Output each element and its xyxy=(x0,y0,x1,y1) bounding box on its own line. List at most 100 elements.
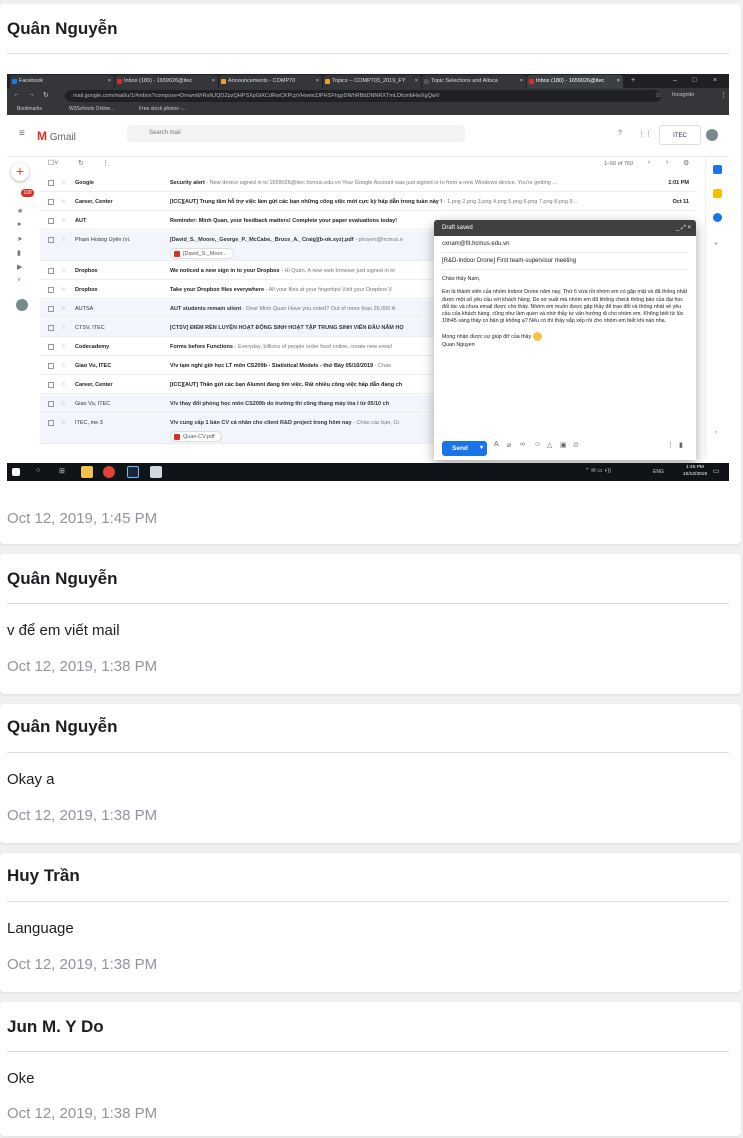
star-icon[interactable]: ☆ xyxy=(61,300,66,317)
row-checkbox[interactable] xyxy=(48,306,54,312)
row-checkbox[interactable] xyxy=(48,363,54,369)
row-checkbox[interactable] xyxy=(48,180,54,186)
send-button[interactable]: Send xyxy=(442,441,487,456)
row-checkbox[interactable] xyxy=(48,325,54,331)
star-icon[interactable]: ☆ xyxy=(61,414,66,432)
attachment-chip[interactable]: [David_S._Moor... xyxy=(170,248,234,259)
post-author[interactable]: Quân Nguyễn xyxy=(7,569,118,589)
task-view-icon[interactable]: ⊞ xyxy=(59,467,65,475)
snoozed-icon[interactable]: ● xyxy=(17,221,21,228)
subject-field[interactable]: [R&D-Indoor Drone] First team-supervisor… xyxy=(442,253,688,270)
windows-start-icon[interactable] xyxy=(12,468,20,476)
screenshot-attachment[interactable]: Facebook × Inbox (180) - 1659026@itec × An… xyxy=(7,74,729,481)
email-row[interactable]: ☆ Career, Center [ICC][AUT] Trung tâm hỗ t… xyxy=(40,193,695,211)
star-icon[interactable]: ☆ xyxy=(61,357,66,374)
hangouts-avatar[interactable] xyxy=(16,299,28,311)
help-icon[interactable]: ? xyxy=(618,130,622,137)
steam-icon[interactable] xyxy=(127,466,139,478)
bookmark-item[interactable]: W3Schools Online... xyxy=(69,104,114,115)
maximize-icon[interactable]: □ xyxy=(692,74,696,88)
row-checkbox[interactable] xyxy=(48,344,54,350)
browser-tab[interactable]: Inbox (180) - 1659026@itec × xyxy=(115,75,218,88)
compose-button[interactable]: + xyxy=(11,163,29,181)
file-explorer-icon[interactable] xyxy=(81,466,93,478)
attachment-chip[interactable]: Quan-CV.pdf xyxy=(170,431,222,442)
more-icon[interactable]: ˅ xyxy=(17,277,21,284)
confidential-icon[interactable]: ⊙ xyxy=(573,441,579,449)
tray-icons[interactable]: ⌃ ✉ ▭ ◖)) xyxy=(585,468,611,474)
row-checkbox[interactable] xyxy=(48,382,54,388)
row-checkbox[interactable] xyxy=(48,199,54,205)
chrome-icon[interactable] xyxy=(103,466,115,478)
photo-icon[interactable]: ▣ xyxy=(560,441,567,449)
post-timestamp[interactable]: Oct 12, 2019, 1:38 PM xyxy=(7,807,157,824)
post-author[interactable]: Huy Trần xyxy=(7,866,80,886)
emoji-icon[interactable]: ☺ xyxy=(534,441,541,448)
new-tab-icon[interactable]: + xyxy=(631,74,635,88)
delete-draft-icon[interactable]: ▮ xyxy=(679,441,683,449)
notification-icon[interactable]: ▭ xyxy=(713,467,720,475)
post-timestamp[interactable]: Oct 12, 2019, 1:38 PM xyxy=(7,956,157,973)
starred-icon[interactable]: ★ xyxy=(17,207,23,215)
gmail-logo[interactable]: M Gmail xyxy=(37,129,76,143)
recipient-field[interactable]: cxnam@fit.hcmus.edu.vn xyxy=(442,236,688,253)
hamburger-icon[interactable]: ≡ xyxy=(19,128,25,139)
post-timestamp[interactable]: Oct 12, 2019, 1:38 PM xyxy=(7,1105,157,1122)
attach-icon[interactable]: ⌀ xyxy=(507,441,511,449)
taskbar-clock[interactable]: 1:45 PM 10/12/2019 xyxy=(683,465,707,478)
star-icon[interactable]: ☆ xyxy=(61,338,66,355)
tasks-icon[interactable] xyxy=(713,213,722,222)
browser-tab-active[interactable]: Inbox (180) - 1659026@itec × xyxy=(527,75,623,88)
browser-tab[interactable]: Topic Selections and Alloca × xyxy=(422,75,526,88)
calendar-icon[interactable] xyxy=(713,165,722,174)
add-addon-icon[interactable]: + xyxy=(714,241,718,248)
browser-tab[interactable]: Facebook × xyxy=(10,75,114,88)
star-icon[interactable]: ☆ xyxy=(61,319,66,336)
settings-gear-icon[interactable]: ⚙ xyxy=(683,159,689,167)
star-icon[interactable]: ☆ xyxy=(655,91,661,99)
compose-body[interactable]: Chào thầy Nam, Em là thành viên của nhóm… xyxy=(434,270,696,361)
url-field[interactable]: mail.google.com/mail/u/1/#inbox?compose=… xyxy=(65,90,661,102)
star-icon[interactable]: ☆ xyxy=(61,262,66,279)
reload-icon[interactable]: ↻ xyxy=(43,91,49,99)
post-author[interactable]: Quân Nguyễn xyxy=(7,717,118,737)
expand-icon[interactable]: › xyxy=(715,429,717,436)
post-author[interactable]: Quân Nguyễn xyxy=(7,19,118,39)
row-checkbox[interactable] xyxy=(48,401,54,407)
compose-controls-icon[interactable]: _ ⤢ × xyxy=(676,220,691,236)
row-checkbox[interactable] xyxy=(48,268,54,274)
select-checkbox-icon[interactable]: ☐˅ xyxy=(48,159,58,167)
menu-icon[interactable]: ⋮ xyxy=(720,91,727,99)
close-icon[interactable]: × xyxy=(713,74,717,88)
star-icon[interactable]: ☆ xyxy=(61,376,66,393)
back-icon[interactable]: ← xyxy=(13,91,20,98)
star-icon[interactable]: ☆ xyxy=(61,174,66,191)
forward-icon[interactable]: → xyxy=(28,91,35,98)
drive-icon[interactable]: △ xyxy=(547,441,552,449)
format-text-icon[interactable]: A xyxy=(494,441,499,448)
drafts-icon[interactable]: ▮ xyxy=(17,249,21,257)
apps-icon[interactable]: ⋮⋮ xyxy=(638,130,652,138)
post-timestamp[interactable]: Oct 12, 2019, 1:38 PM xyxy=(7,658,157,675)
refresh-icon[interactable]: ↻ xyxy=(78,159,84,167)
star-icon[interactable]: ☆ xyxy=(61,281,66,298)
account-avatar[interactable] xyxy=(706,129,718,141)
star-icon[interactable]: ☆ xyxy=(61,395,66,412)
keep-icon[interactable] xyxy=(713,189,722,198)
email-row[interactable]: ☆ Google Security alert - New device signe… xyxy=(40,174,695,192)
search-icon[interactable]: ○ xyxy=(36,467,40,474)
prev-page-icon[interactable]: ‹ xyxy=(648,159,650,166)
star-icon[interactable]: ☆ xyxy=(61,231,66,249)
row-checkbox[interactable] xyxy=(48,287,54,293)
star-icon[interactable]: ☆ xyxy=(61,212,66,229)
app-icon[interactable] xyxy=(150,466,162,478)
next-page-icon[interactable]: › xyxy=(666,159,668,166)
browser-tab[interactable]: Topics -- COMP703_2019_FY × xyxy=(323,75,421,88)
language-indicator[interactable]: ENG xyxy=(653,469,664,475)
search-input[interactable]: Search mail xyxy=(127,125,465,142)
row-checkbox[interactable] xyxy=(48,237,54,243)
more-actions-icon[interactable]: ⋮ xyxy=(102,159,109,167)
sent-icon[interactable]: ➤ xyxy=(17,235,23,243)
link-icon[interactable]: ∞ xyxy=(520,441,525,448)
post-timestamp[interactable]: Oct 12, 2019, 1:45 PM xyxy=(7,510,157,527)
